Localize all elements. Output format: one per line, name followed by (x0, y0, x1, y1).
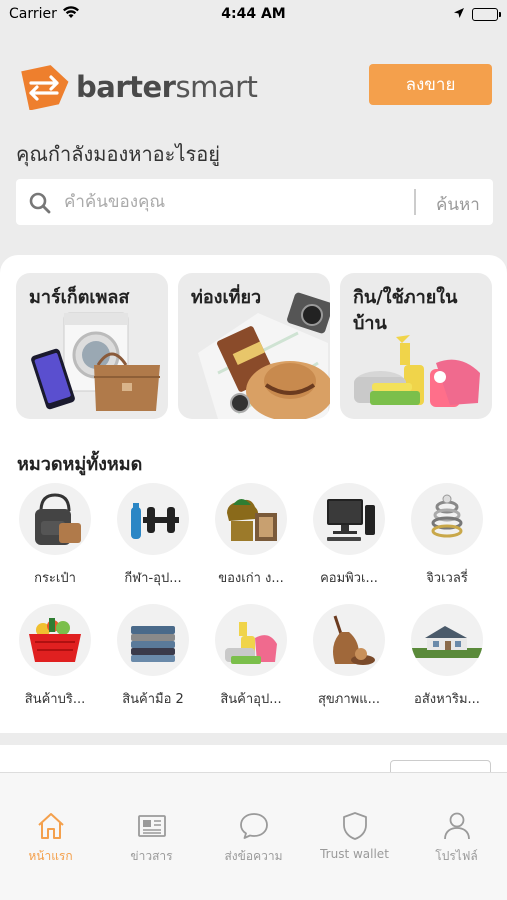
ring-icon (411, 483, 483, 555)
tab-news[interactable]: ข่าวสาร (101, 809, 202, 866)
category-consumer[interactable]: สินค้าบริ... (6, 604, 104, 709)
category-antiques[interactable]: ของเก่า ง... (202, 483, 300, 588)
tab-label: Trust wallet (320, 847, 389, 861)
search-question: คุณกำลังมองหาอะไรอยู่ (16, 142, 220, 166)
tab-label: โปรไฟล์ (435, 849, 478, 863)
chat-bubble-icon (203, 809, 304, 843)
computer-icon (313, 483, 385, 555)
house-icon (411, 604, 483, 676)
category-computers[interactable]: คอมพิวเ... (300, 483, 398, 588)
category-label: อสังหาริม... (414, 692, 480, 707)
category-health[interactable]: สุขภาพแ... (300, 604, 398, 709)
battery-icon (472, 8, 501, 21)
category-supplies[interactable]: สินค้าอุป... (202, 604, 300, 709)
search-divider (414, 189, 416, 215)
feature-tiles: มาร์เก็ตเพลส ท่องเที่ยว กิน/ใช้ภายในบ้าน (16, 273, 492, 419)
logo-exchange-icon (21, 65, 69, 110)
user-icon (406, 809, 507, 843)
antique-icon (215, 483, 287, 555)
bottom-tab-bar: หน้าแรก ข่าวสาร ส่งข้อความ Trust wallet … (0, 772, 507, 900)
categories-title: หมวดหมู่ทั้งหมด (17, 454, 143, 475)
location-arrow-icon (453, 7, 465, 23)
category-label: สินค้าบริ... (24, 692, 86, 707)
tile-travel[interactable]: ท่องเที่ยว (178, 273, 330, 419)
category-label: ของเก่า ง... (218, 571, 284, 586)
main-card: มาร์เก็ตเพลส ท่องเที่ยว กิน/ใช้ภายในบ้าน… (0, 255, 507, 733)
home-icon (0, 809, 101, 843)
status-bar: Carrier 4:44 AM (0, 0, 507, 30)
search-box: ค้นหา (16, 179, 493, 225)
tab-trust-wallet[interactable]: Trust wallet (304, 809, 405, 861)
sell-button[interactable]: ลงขาย (369, 64, 492, 105)
tab-home[interactable]: หน้าแรก (0, 809, 101, 866)
category-label: จิวเวลรี่ (426, 571, 468, 586)
tab-label: ข่าวสาร (130, 849, 173, 863)
cleaning-icon (215, 604, 287, 676)
basket-icon (19, 604, 91, 676)
category-secondhand[interactable]: สินค้ามือ 2 (104, 604, 202, 709)
tile-marketplace[interactable]: มาร์เก็ตเพลส (16, 273, 168, 419)
clothes-stack-icon (117, 604, 189, 676)
category-label: กระเป๋า (34, 571, 76, 586)
app-header: bartersmart ลงขาย (0, 60, 507, 116)
category-sports[interactable]: กีฬา-อุป... (104, 483, 202, 588)
category-label: สุขภาพแ... (317, 692, 381, 707)
tile-household[interactable]: กิน/ใช้ภายในบ้าน (340, 273, 492, 419)
category-label: สินค้าอุป... (220, 692, 282, 707)
tab-label: หน้าแรก (28, 849, 73, 863)
bartersmart-logo[interactable]: bartersmart (17, 64, 258, 110)
search-icon (28, 191, 52, 219)
tab-label: ส่งข้อความ (224, 849, 283, 863)
tile-label: ท่องเที่ยว (191, 287, 262, 308)
spa-icon (313, 604, 385, 676)
clock: 4:44 AM (221, 6, 286, 22)
tile-label: กิน/ใช้ภายในบ้าน (353, 287, 458, 334)
newspaper-icon (101, 809, 202, 843)
category-label: คอมพิวเ... (320, 571, 378, 586)
bag-icon (19, 483, 91, 555)
section-separator (0, 733, 507, 745)
category-bags[interactable]: กระเป๋า (6, 483, 104, 588)
logo-wordmark: bartersmart (76, 70, 258, 104)
tile-label: มาร์เก็ตเพลส (29, 287, 130, 308)
category-label: สินค้ามือ 2 (122, 692, 184, 707)
shield-icon (304, 809, 405, 843)
search-button[interactable]: ค้นหา (436, 191, 480, 218)
category-jewelry[interactable]: จิวเวลรี่ (398, 483, 496, 588)
category-label: กีฬา-อุป... (124, 571, 182, 586)
dumbbell-icon (117, 483, 189, 555)
tab-profile[interactable]: โปรไฟล์ (406, 809, 507, 866)
tab-messages[interactable]: ส่งข้อความ (203, 809, 304, 866)
next-section-peek (0, 745, 507, 775)
category-realestate[interactable]: อสังหาริม... (398, 604, 496, 709)
search-input[interactable] (64, 185, 384, 219)
